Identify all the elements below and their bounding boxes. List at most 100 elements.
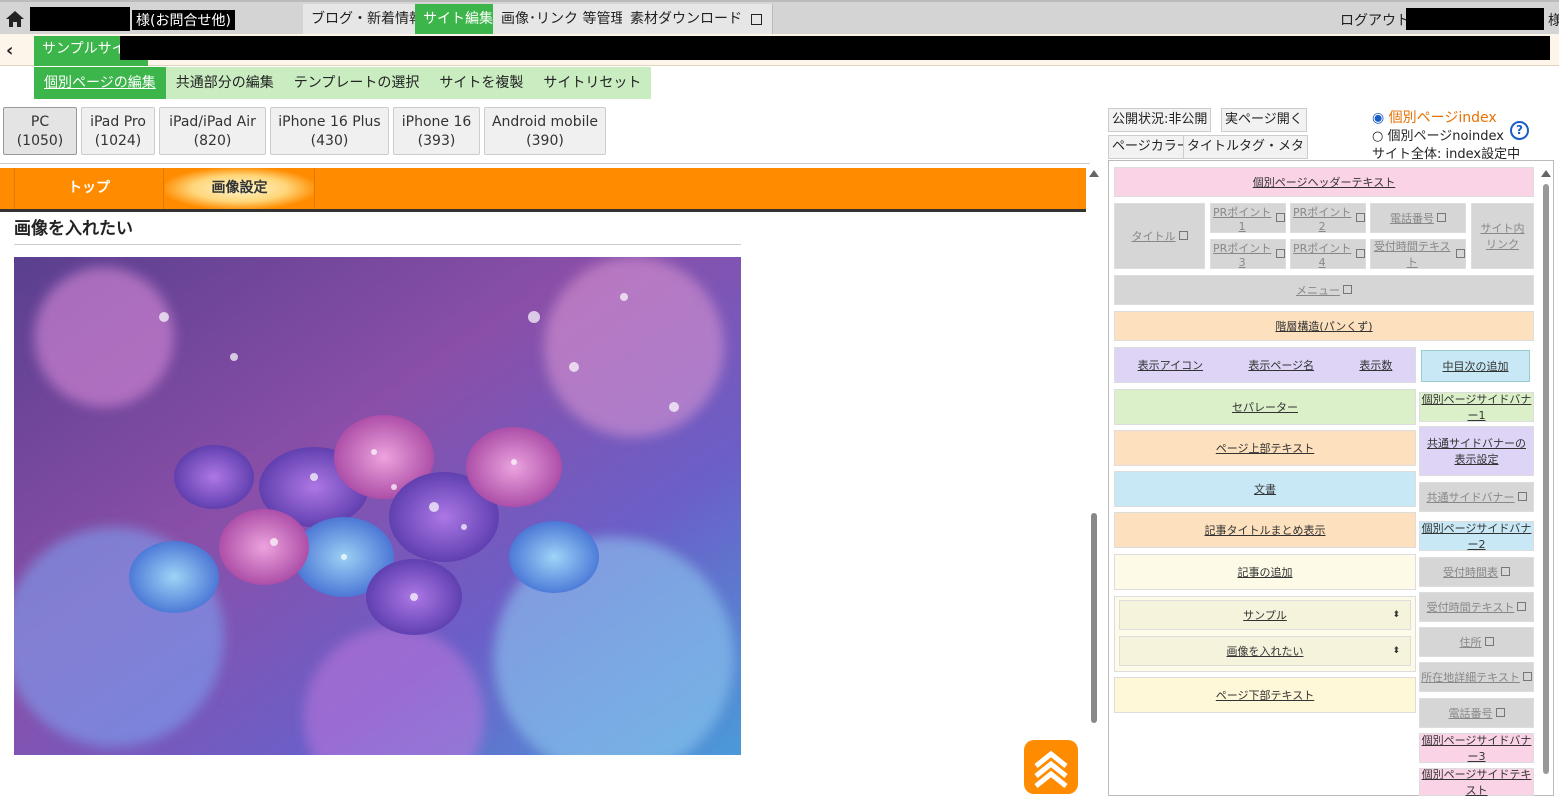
show-icon-link[interactable]: 表示アイコン bbox=[1138, 357, 1203, 373]
article-select-1-value: サンプル bbox=[1243, 609, 1287, 622]
device-name: Android mobile bbox=[491, 114, 599, 130]
block-reception-text2[interactable]: 受付時間テキスト bbox=[1419, 592, 1534, 622]
device-width: (390) bbox=[526, 133, 564, 149]
preview-nav-top[interactable]: トップ bbox=[14, 168, 164, 209]
block-pr4[interactable]: PRポイント4 bbox=[1290, 239, 1366, 269]
block-location-text[interactable]: 所在地詳細テキスト bbox=[1419, 662, 1534, 692]
external-link-icon bbox=[1276, 248, 1285, 258]
sub-nav: 個別ページの編集 共通部分の編集 テンプレートの選択 サイトを複製 サイトリセッ… bbox=[34, 67, 652, 99]
block-title[interactable]: タイトル bbox=[1114, 203, 1205, 269]
external-link-icon bbox=[1501, 566, 1510, 576]
tab-duplicate[interactable]: サイトを複製 bbox=[429, 67, 533, 99]
show-count-link[interactable]: 表示数 bbox=[1359, 357, 1392, 373]
panel-scrollbar[interactable] bbox=[1540, 168, 1552, 788]
block-pr3-label: PRポイント3 bbox=[1213, 241, 1272, 269]
tab-common-edit[interactable]: 共通部分の編集 bbox=[166, 67, 284, 99]
block-article-add[interactable]: 記事の追加 bbox=[1114, 554, 1416, 590]
tab-page-edit[interactable]: 個別ページの編集 bbox=[34, 67, 166, 99]
logout-suffix: 様 bbox=[1548, 13, 1559, 29]
block-common-banner[interactable]: 共通サイドバナー bbox=[1419, 482, 1534, 512]
device-android-button[interactable]: Android mobile (390) bbox=[484, 107, 606, 155]
divider bbox=[0, 163, 1090, 164]
open-page-button[interactable]: 実ページ開く bbox=[1221, 108, 1307, 132]
block-separator[interactable]: セパレーター bbox=[1114, 389, 1416, 425]
publish-status-button[interactable]: 公開状況:非公開 bbox=[1108, 108, 1212, 132]
block-reception-text[interactable]: 受付時間テキスト bbox=[1370, 239, 1466, 269]
external-link-icon bbox=[751, 14, 762, 25]
device-name: iPhone 16 bbox=[401, 114, 472, 130]
device-width: (1050) bbox=[16, 133, 64, 149]
block-menu[interactable]: メニュー bbox=[1114, 275, 1534, 305]
device-iphone16-button[interactable]: iPhone 16 (393) bbox=[393, 107, 480, 155]
tab-reset[interactable]: サイトリセット bbox=[533, 67, 651, 99]
home-icon[interactable] bbox=[4, 8, 26, 30]
block-side-text[interactable]: 個別ページサイドテキスト bbox=[1419, 768, 1534, 797]
block-page-bottom-text[interactable]: ページ下部テキスト bbox=[1114, 677, 1416, 713]
block-address-label: 住所 bbox=[1459, 636, 1482, 649]
chevron-left-icon[interactable]: ‹ bbox=[6, 40, 13, 61]
nav-blog[interactable]: ブログ・新着情報 bbox=[303, 4, 432, 34]
block-common-banner-setting[interactable]: 共通サイドバナーの表示設定 bbox=[1419, 426, 1534, 476]
device-pc-button[interactable]: PC (1050) bbox=[3, 107, 77, 155]
block-side-banner3[interactable]: 個別ページサイドバナー3 bbox=[1419, 733, 1534, 763]
help-icon[interactable]: ? bbox=[1510, 121, 1529, 140]
block-header-text[interactable]: 個別ページヘッダーテキスト bbox=[1114, 167, 1534, 197]
block-location-text-label: 所在地詳細テキスト bbox=[1421, 671, 1520, 684]
block-text[interactable]: 文書 bbox=[1114, 471, 1416, 507]
block-breadcrumb[interactable]: 階層構造(パンくず) bbox=[1114, 311, 1534, 341]
block-page-top-text[interactable]: ページ上部テキスト bbox=[1114, 430, 1416, 466]
block-side-banner2[interactable]: 個別ページサイドバナー2 bbox=[1419, 521, 1534, 551]
radio-noindex[interactable]: ○ 個別ページnoindex bbox=[1372, 125, 1504, 144]
hydrangea-photo bbox=[14, 257, 741, 755]
block-tel[interactable]: 電話番号 bbox=[1370, 203, 1466, 233]
block-side-banner1[interactable]: 個別ページサイドバナー1 bbox=[1419, 392, 1534, 422]
article-select-2[interactable]: 画像を入れたい ⬍ bbox=[1119, 636, 1411, 666]
block-list-settings: 表示アイコン 表示ページ名 表示数 bbox=[1114, 347, 1416, 383]
radio-noindex-label: 個別ページnoindex bbox=[1387, 129, 1504, 144]
show-page-name-link[interactable]: 表示ページ名 bbox=[1248, 357, 1314, 373]
block-tel2[interactable]: 電話番号 bbox=[1419, 698, 1534, 728]
logout-link[interactable]: ログアウト( bbox=[1340, 10, 1415, 30]
block-address[interactable]: 住所 bbox=[1419, 627, 1534, 657]
external-link-icon bbox=[1484, 636, 1494, 646]
tab-template[interactable]: テンプレートの選択 bbox=[284, 67, 430, 99]
nav-site-edit[interactable]: サイト編集 bbox=[415, 4, 502, 34]
preview-nav-image[interactable]: 画像設定 bbox=[165, 168, 315, 209]
contact-label[interactable]: 様(お問合せ他) bbox=[132, 10, 235, 30]
radio-selected-icon: ◉ bbox=[1372, 110, 1385, 126]
device-iphone16plus-button[interactable]: iPhone 16 Plus (430) bbox=[270, 107, 389, 155]
device-width: (1024) bbox=[94, 133, 142, 149]
redacted-site-url bbox=[120, 36, 1550, 60]
block-pr2[interactable]: PRポイント2 bbox=[1290, 203, 1366, 233]
block-reception-table-label: 受付時間表 bbox=[1443, 566, 1498, 579]
block-reception-table[interactable]: 受付時間表 bbox=[1419, 557, 1534, 587]
block-article-title-summary[interactable]: 記事タイトルまとめ表示 bbox=[1114, 512, 1416, 548]
block-pr1[interactable]: PRポイント1 bbox=[1210, 203, 1286, 233]
device-ipadpro-button[interactable]: iPad Pro (1024) bbox=[81, 107, 155, 155]
external-link-icon bbox=[1356, 212, 1365, 222]
select-arrows-icon: ⬍ bbox=[1392, 646, 1400, 656]
block-reception-text-label: 受付時間テキスト bbox=[1373, 240, 1451, 269]
block-title-label: タイトル bbox=[1131, 230, 1176, 243]
double-chevron-up-icon bbox=[1034, 750, 1068, 788]
article-select-1[interactable]: サンプル ⬍ bbox=[1119, 600, 1411, 630]
device-ipadair-button[interactable]: iPad/iPad Air (820) bbox=[159, 107, 266, 155]
block-site-link[interactable]: サイト内リンク bbox=[1471, 203, 1534, 269]
preview-scrollbar[interactable] bbox=[1088, 168, 1100, 728]
radio-empty-icon: ○ bbox=[1372, 129, 1384, 144]
page-top-button[interactable] bbox=[1024, 740, 1078, 794]
nav-download[interactable]: 素材ダウンロード bbox=[622, 4, 773, 34]
block-toc-add[interactable]: 中目次の追加 bbox=[1421, 350, 1530, 382]
nav-image-link[interactable]: 画像･リンク 等管理 bbox=[493, 4, 634, 34]
block-reception-text2-label: 受付時間テキスト bbox=[1426, 601, 1515, 614]
block-pr4-label: PRポイント4 bbox=[1293, 241, 1352, 269]
radio-index[interactable]: ◉ 個別ページindex bbox=[1372, 107, 1497, 127]
article-select-2-value: 画像を入れたい bbox=[1226, 645, 1304, 658]
external-link-icon bbox=[1276, 212, 1285, 222]
block-pr3[interactable]: PRポイント3 bbox=[1210, 239, 1286, 269]
page-color-button[interactable]: ページカラー bbox=[1108, 135, 1194, 159]
device-width: (820) bbox=[193, 133, 232, 149]
divider bbox=[14, 244, 741, 245]
redacted-account bbox=[1406, 8, 1544, 30]
title-tag-button[interactable]: タイトルタグ・メタ bbox=[1183, 135, 1309, 159]
